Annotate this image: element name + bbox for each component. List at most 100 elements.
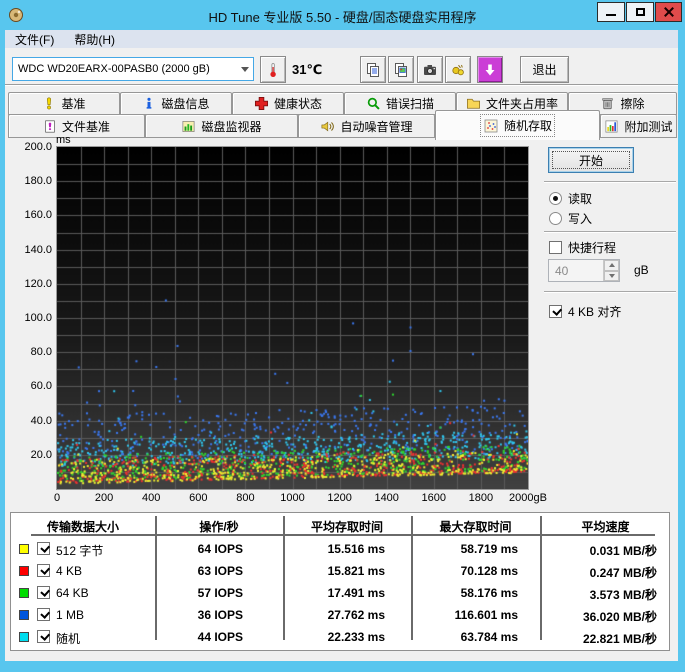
- menu-file[interactable]: 文件(F): [5, 31, 64, 48]
- tab-extra-tests[interactable]: 附加测试: [600, 114, 677, 138]
- disk-monitor-icon: [183, 120, 195, 132]
- read-radio-row: 读取: [549, 190, 592, 207]
- tab-label: 错误扫描: [385, 97, 434, 111]
- temperature-button[interactable]: [260, 56, 286, 83]
- menu-bar: 文件(F) 帮助(H): [5, 30, 678, 48]
- align-4kb-checkbox[interactable]: [549, 305, 562, 318]
- series-color-swatch: [19, 632, 29, 642]
- series-checkbox-64kb[interactable]: [37, 586, 50, 599]
- write-radio-row: 写入: [549, 210, 592, 227]
- spinner-up-button[interactable]: [604, 260, 619, 271]
- avg-access-value: 15.516 ms: [327, 542, 385, 556]
- y-axis-label: 20.0: [30, 448, 52, 461]
- trash-icon: [602, 98, 614, 110]
- tab-file-benchmark[interactable]: 文件基准: [8, 114, 145, 138]
- screenshot-button[interactable]: [417, 56, 443, 83]
- write-label: 写入: [568, 212, 593, 226]
- x-axis-label: 1400: [374, 492, 399, 504]
- x-axis-label: 800: [236, 492, 255, 504]
- iops-value: 57 IOPS: [197, 586, 243, 600]
- series-checkbox-512b[interactable]: [37, 542, 50, 555]
- random-access-chart: [56, 146, 529, 490]
- x-axis-label: 200: [94, 492, 114, 504]
- separator: [544, 291, 676, 293]
- col-header-avg-access: 平均存取时间: [310, 520, 383, 534]
- series-checkbox-4kb[interactable]: [37, 564, 50, 577]
- close-button[interactable]: [655, 2, 682, 22]
- close-icon: [663, 6, 675, 18]
- col-header-iops: 操作/秒: [199, 520, 239, 534]
- series-checkbox-random[interactable]: [37, 630, 50, 643]
- avg-speed-value: 3.573 MB/秒: [589, 588, 657, 602]
- series-label: 随机: [56, 632, 81, 646]
- x-axis-label: 1600: [421, 492, 447, 504]
- read-radio[interactable]: [549, 192, 562, 205]
- x-axis-label: 600: [189, 492, 208, 504]
- avg-speed-value: 22.821 MB/秒: [582, 632, 657, 646]
- export-icon: [452, 64, 464, 75]
- short-stroke-value: 40: [555, 264, 569, 278]
- spinner-down-button[interactable]: [604, 270, 619, 281]
- series-checkbox-1mb[interactable]: [37, 608, 50, 621]
- y-axis-label: 80.0: [30, 346, 52, 359]
- tab-disk-monitor[interactable]: 磁盘监视器: [145, 114, 298, 138]
- copy-image-button[interactable]: [388, 56, 414, 83]
- table-row-512b: 512 字节 64 IOPS 15.516 ms 58.719 ms 0.031…: [11, 539, 671, 561]
- menu-help[interactable]: 帮助(H): [64, 31, 125, 48]
- write-radio[interactable]: [549, 212, 562, 225]
- short-stroke-row: 快捷行程: [549, 239, 616, 256]
- avg-access-value: 15.821 ms: [327, 564, 385, 578]
- y-axis-label: 60.0: [30, 380, 52, 393]
- x-axis-label: 400: [142, 492, 161, 504]
- y-axis-unit-label: ms: [56, 134, 71, 146]
- exit-label: 退出: [532, 63, 557, 77]
- short-stroke-label: 快捷行程: [568, 241, 617, 255]
- exclamation-icon: [47, 97, 52, 110]
- start-button[interactable]: 开始: [548, 147, 634, 173]
- tab-benchmark[interactable]: 基准: [8, 92, 120, 115]
- copy-image-icon: [395, 62, 407, 77]
- max-access-value: 58.719 ms: [460, 542, 518, 556]
- tab-label: 随机存取: [503, 119, 552, 133]
- drive-select-combobox[interactable]: WDC WD20EARX-00PASB0 (2000 gB): [12, 57, 254, 81]
- table-row-64kb: 64 KB 57 IOPS 17.491 ms 58.176 ms 3.573 …: [11, 583, 671, 605]
- update-button[interactable]: [477, 56, 503, 83]
- maximize-button[interactable]: [626, 2, 654, 22]
- tab-disk-info[interactable]: 磁盘信息: [120, 92, 232, 115]
- magnifier-icon: [367, 97, 380, 110]
- align-row: 4 KB 对齐: [549, 303, 621, 320]
- header-underline: [31, 534, 655, 536]
- window-border-right: [678, 30, 685, 661]
- exit-button[interactable]: 退出: [520, 56, 569, 83]
- tab-aam[interactable]: 自动噪音管理: [298, 114, 435, 138]
- y-axis-label: 160.0: [24, 209, 52, 222]
- tab-label: 磁盘监视器: [201, 119, 262, 134]
- avg-access-value: 22.233 ms: [327, 630, 385, 644]
- avg-access-value: 17.491 ms: [327, 586, 385, 600]
- tab-random-access[interactable]: 随机存取: [435, 110, 600, 140]
- short-stroke-spinner[interactable]: 40: [548, 259, 620, 282]
- col-header-transfer-size: 传输数据大小: [46, 520, 119, 534]
- table-row-1mb: 1 MB 36 IOPS 27.762 ms 116.601 ms 36.020…: [11, 605, 671, 627]
- x-axis-label: 1200: [327, 492, 352, 504]
- iops-value: 44 IOPS: [197, 630, 243, 644]
- iops-value: 36 IOPS: [197, 608, 243, 622]
- tab-health[interactable]: 健康状态: [232, 92, 344, 115]
- y-axis-label: 120.0: [24, 277, 52, 290]
- minimize-button[interactable]: [597, 2, 625, 22]
- chevron-down-icon[interactable]: [237, 58, 253, 80]
- copy-text-button[interactable]: [360, 56, 386, 83]
- tab-label: 基准: [61, 97, 86, 111]
- window-border-bottom: [0, 661, 685, 672]
- short-stroke-checkbox[interactable]: [549, 241, 562, 254]
- export-button[interactable]: [445, 56, 471, 83]
- series-label: 4 KB: [56, 564, 83, 578]
- extra-tests-icon: [605, 120, 618, 132]
- tab-label: 磁盘信息: [161, 97, 210, 111]
- results-table: 传输数据大小 操作/秒 平均存取时间 最大存取时间 平均速度 512 字节 64…: [10, 512, 670, 651]
- max-access-value: 116.601 ms: [454, 608, 518, 622]
- app-window: HD Tune 专业版 5.50 - 硬盘/固态硬盘实用程序 文件(F) 帮助(…: [0, 0, 685, 672]
- info-icon: [147, 97, 152, 109]
- series-color-swatch: [19, 566, 29, 576]
- minimize-icon: [606, 14, 616, 16]
